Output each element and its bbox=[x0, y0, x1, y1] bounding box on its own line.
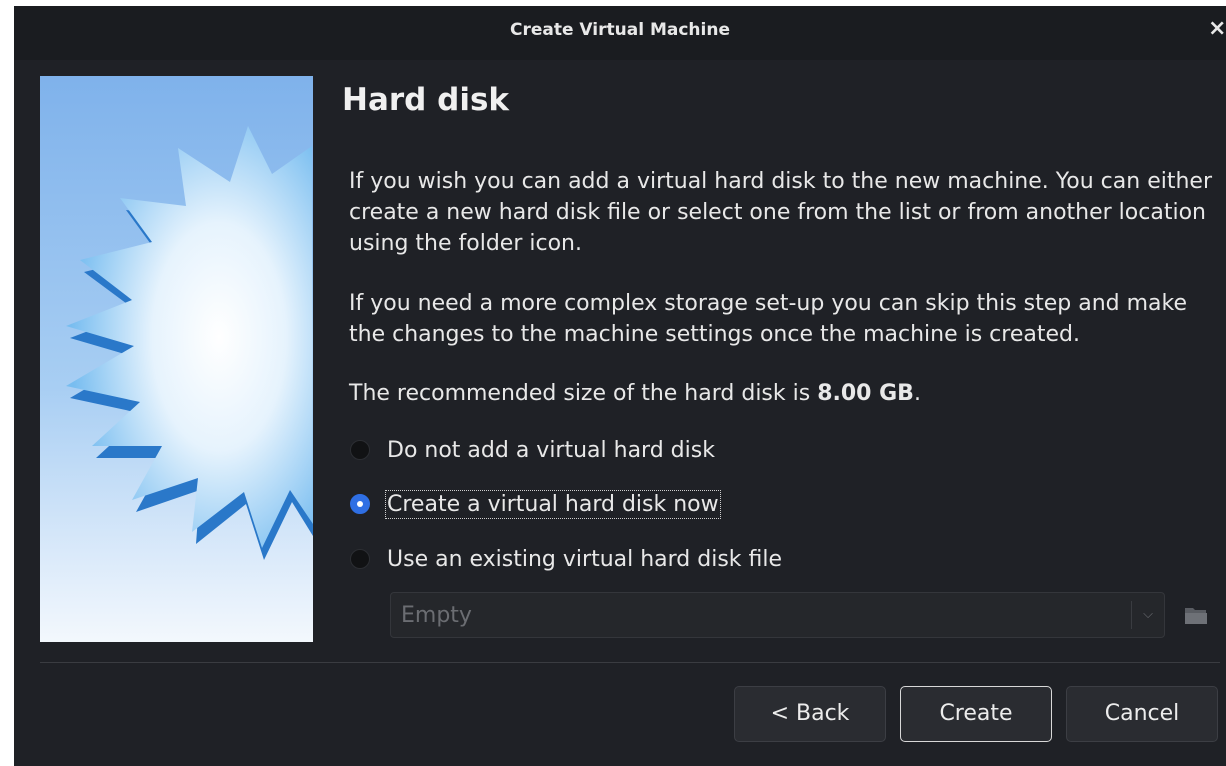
recommended-size-suffix: . bbox=[913, 381, 921, 406]
option-create-disk[interactable]: Create a virtual hard disk now bbox=[350, 486, 721, 522]
storage-note-paragraph: If you need a more complex storage set-u… bbox=[349, 291, 1188, 347]
option-no-disk-label[interactable]: Do not add a virtual hard disk bbox=[387, 438, 715, 463]
page-heading: Hard disk bbox=[342, 82, 510, 118]
recommended-size-prefix: The recommended size of the hard disk is bbox=[349, 381, 818, 406]
wizard-banner-image bbox=[40, 76, 313, 642]
cancel-button[interactable]: Cancel bbox=[1066, 686, 1218, 742]
existing-disk-select[interactable]: Empty ⌵ bbox=[390, 592, 1165, 638]
radio-icon[interactable] bbox=[350, 494, 370, 514]
close-icon[interactable]: × bbox=[1208, 16, 1226, 46]
folder-icon[interactable] bbox=[1184, 604, 1208, 626]
create-button[interactable]: Create bbox=[900, 686, 1052, 742]
option-create-disk-label[interactable]: Create a virtual hard disk now bbox=[385, 489, 721, 519]
window-title: Create Virtual Machine bbox=[510, 20, 730, 40]
chevron-down-icon[interactable]: ⌵ bbox=[1131, 601, 1164, 629]
radio-icon[interactable] bbox=[350, 549, 370, 569]
create-vm-dialog: Create Virtual Machine × Hard disk If yo… bbox=[14, 6, 1226, 766]
option-no-disk[interactable]: Do not add a virtual hard disk bbox=[350, 432, 715, 468]
title-bar: Create Virtual Machine × bbox=[14, 6, 1226, 60]
option-existing-disk-label[interactable]: Use an existing virtual hard disk file bbox=[387, 547, 782, 572]
existing-disk-select-value: Empty bbox=[401, 603, 472, 628]
option-existing-disk[interactable]: Use an existing virtual hard disk file bbox=[350, 541, 782, 577]
description-paragraph: If you wish you can add a virtual hard d… bbox=[349, 169, 1212, 256]
recommended-size-text: The recommended size of the hard disk is… bbox=[349, 378, 1224, 409]
recommended-size-value: 8.00 GB bbox=[817, 381, 914, 406]
separator bbox=[40, 662, 1220, 663]
radio-icon[interactable] bbox=[350, 440, 370, 460]
wizard-banner-star bbox=[66, 126, 313, 560]
back-button[interactable]: < Back bbox=[734, 686, 886, 742]
